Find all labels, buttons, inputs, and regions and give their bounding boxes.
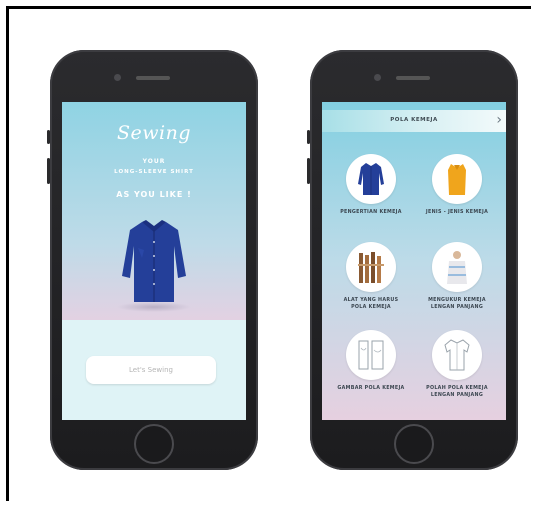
frame-border-top [6,6,531,9]
earpiece [136,76,170,80]
sewing-tools-icon [358,252,384,283]
menu-item-mengukur-kemeja[interactable]: MENGUKUR KEMEJA LENGAN PANJANG [414,242,500,311]
earpiece [396,76,430,80]
mute-switch [47,130,50,144]
menu-item-alat-pola[interactable]: ALAT YANG HARUS POLA KEMEJA [328,242,414,311]
menu-screen: POLA KEMEJA › PENGERTIAN KEMEJA JENIS - … [322,102,506,420]
front-camera [114,74,121,81]
menu-item-polah-pola[interactable]: POLAH POLA KEMEJA LENGAN PANJANG [414,330,500,399]
mute-switch [307,130,310,144]
menu-item-label: GAMBAR POLA KEMEJA [337,386,405,391]
menu-item-label: MENGUKUR KEMEJA LENGAN PANJANG [428,298,486,310]
shirt-icon [358,163,384,195]
menu-item-image [432,242,482,292]
header-title: POLA KEMEJA [390,117,438,123]
subtitle-line-2: LONG-SLEEVE SHIRT [114,169,194,175]
phone-left: Sewing YOUR LONG-SLEEVE SHIRT AS YOU LIK… [47,50,258,470]
front-camera [374,74,381,81]
shirt-icon [122,220,186,302]
lets-sewing-button[interactable]: Let's Sewing [86,356,216,384]
menu-item-gambar-pola[interactable]: GAMBAR POLA KEMEJA [328,330,414,392]
volume-up-button [307,158,310,184]
measuring-icon [447,251,467,284]
menu-item-pengertian-kemeja[interactable]: PENGERTIAN KEMEJA [328,154,414,216]
app-script-title: Sewing [117,122,191,144]
chevron-right-icon[interactable]: › [496,112,502,128]
menu-item-image [432,154,482,204]
frame-border-left [6,6,9,501]
subtitle-line-1: YOUR [142,158,166,165]
pattern-drawing-icon [358,340,384,370]
menu-item-image [346,242,396,292]
menu-item-label: JENIS - JENIS KEMEJA [425,210,489,215]
menu-item-jenis-kemeja[interactable]: JENIS - JENIS KEMEJA [414,154,500,216]
shirt-shadow [117,302,191,312]
menu-item-image [346,330,396,380]
shirt-pattern-icon [444,339,470,371]
home-button[interactable] [134,424,174,464]
home-button[interactable] [394,424,434,464]
welcome-screen: Sewing YOUR LONG-SLEEVE SHIRT AS YOU LIK… [62,102,246,420]
menu-item-label: ALAT YANG HARUS POLA KEMEJA [343,298,399,310]
menu-item-image [432,330,482,380]
yellow-top-icon [448,164,466,195]
phone-right: POLA KEMEJA › PENGERTIAN KEMEJA JENIS - … [307,50,518,470]
menu-item-image [346,154,396,204]
volume-up-button [47,158,50,184]
menu-item-label: POLAH POLA KEMEJA LENGAN PANJANG [426,386,488,398]
tagline: AS YOU LIKE ! [116,190,192,199]
menu-item-label: PENGERTIAN KEMEJA [340,210,402,215]
